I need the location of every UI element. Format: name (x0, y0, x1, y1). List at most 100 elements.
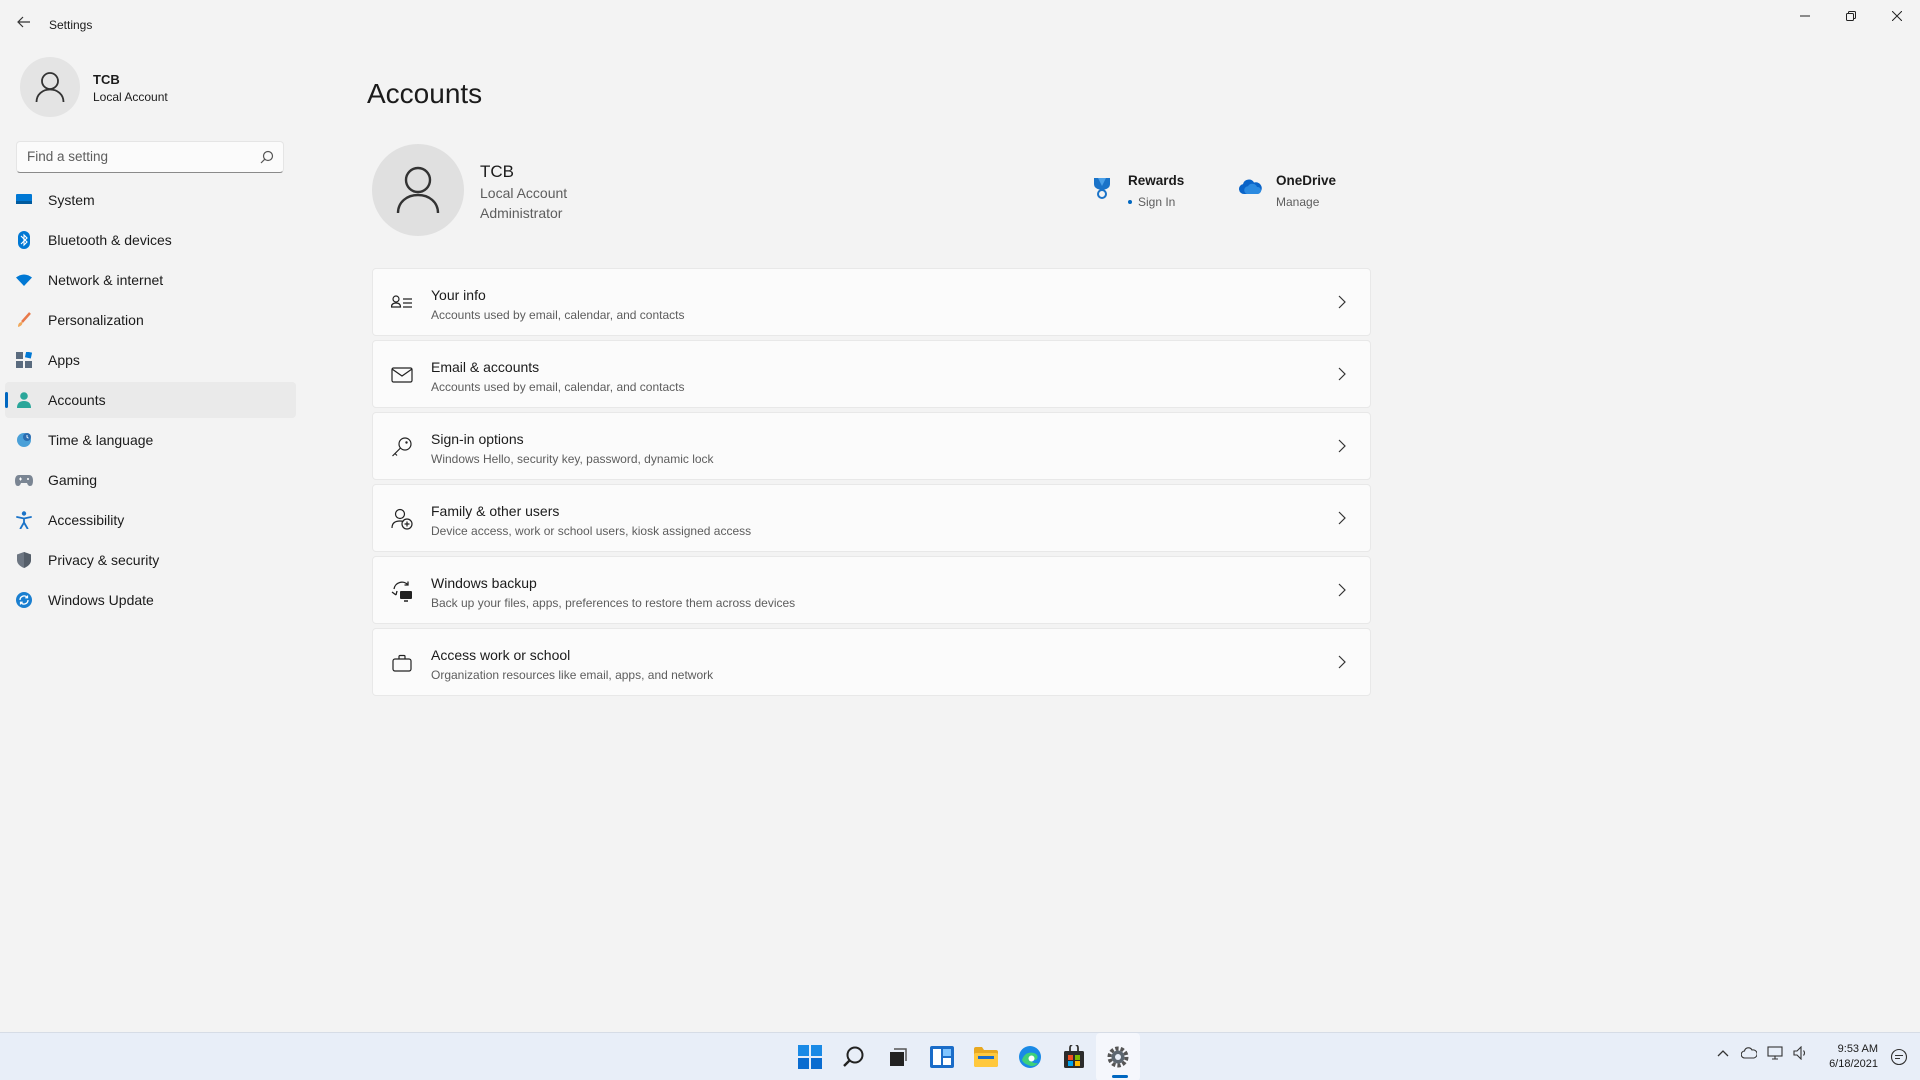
your-info-card[interactable]: Your info Accounts used by email, calend… (372, 268, 1371, 336)
card-title: Access work or school (431, 647, 571, 663)
taskbar-clock[interactable]: 9:53 AM 6/18/2021 (1829, 1042, 1878, 1072)
taskbar-apps (788, 1033, 1140, 1080)
bluetooth-icon (15, 231, 33, 249)
folder-icon (974, 1047, 998, 1067)
wifi-icon (15, 271, 33, 289)
widgets-icon (930, 1046, 954, 1068)
contact-card-icon (391, 292, 413, 314)
sidebar-item-label: Time & language (48, 432, 154, 448)
sidebar-item-bluetooth-devices[interactable]: Bluetooth & devices (5, 222, 296, 258)
search-icon[interactable] (260, 150, 274, 164)
sidebar-item-label: Windows Update (48, 592, 154, 608)
task-view-icon (890, 1048, 907, 1066)
accessibility-icon (15, 511, 33, 529)
card-title: Email & accounts (431, 359, 540, 375)
person-icon (15, 391, 33, 409)
card-description: Accounts used by email, calendar, and co… (431, 380, 685, 394)
arrow-left-icon (17, 16, 30, 28)
back-button[interactable] (14, 12, 34, 32)
search-input[interactable] (27, 149, 247, 164)
mail-icon (391, 364, 413, 386)
task-view-button[interactable] (876, 1033, 920, 1080)
chevron-right-icon (1338, 367, 1346, 381)
profile-account-type: Local Account (93, 90, 168, 104)
sidebar-item-system[interactable]: System (5, 182, 296, 218)
brush-icon (15, 311, 33, 329)
settings-taskbar-button[interactable] (1096, 1033, 1140, 1080)
card-description: Back up your files, apps, preferences to… (431, 596, 796, 610)
sidebar-item-gaming[interactable]: Gaming (5, 462, 296, 498)
access-work-school-card[interactable]: Access work or school Organization resou… (372, 628, 1371, 696)
sidebar-item-accounts[interactable]: Accounts (5, 382, 296, 418)
card-description: Device access, work or school users, kio… (431, 524, 752, 538)
windows-logo-icon (798, 1045, 822, 1069)
sidebar-nav: System Bluetooth & devices Network & int… (5, 182, 296, 622)
taskbar-search-button[interactable] (832, 1033, 876, 1080)
restore-button[interactable] (1828, 0, 1874, 32)
email-accounts-card[interactable]: Email & accounts Accounts used by email,… (372, 340, 1371, 408)
clock-date: 6/18/2021 (1829, 1058, 1878, 1070)
notification-icon[interactable] (1890, 1048, 1908, 1066)
chevron-right-icon (1338, 439, 1346, 453)
add-person-icon (391, 508, 413, 530)
account-type: Local Account (480, 185, 568, 201)
chevron-up-icon[interactable] (1715, 1045, 1731, 1061)
edge-icon (1019, 1046, 1041, 1068)
start-button[interactable] (788, 1033, 832, 1080)
gamepad-icon (15, 471, 33, 489)
key-icon (391, 436, 413, 458)
minimize-icon (1800, 15, 1810, 17)
search-icon (843, 1046, 864, 1067)
minimize-button[interactable] (1782, 0, 1828, 32)
search-box[interactable] (16, 141, 284, 173)
card-description: Organization resources like email, apps,… (431, 668, 714, 682)
gear-icon (1107, 1046, 1129, 1068)
sidebar-item-accessibility[interactable]: Accessibility (5, 502, 296, 538)
sidebar-item-label: Bluetooth & devices (48, 232, 172, 248)
volume-icon[interactable] (1793, 1045, 1809, 1061)
settings-cards: Your info Accounts used by email, calend… (372, 268, 1371, 700)
store-button[interactable] (1052, 1033, 1096, 1080)
page-title: Accounts (367, 78, 483, 109)
taskbar: 9:53 AM 6/18/2021 (0, 1032, 1920, 1080)
sidebar-item-label: Network & internet (48, 272, 164, 288)
card-description: Windows Hello, security key, password, d… (431, 452, 714, 466)
card-description: Accounts used by email, calendar, and co… (431, 308, 685, 322)
sign-in-options-card[interactable]: Sign-in options Windows Hello, security … (372, 412, 1371, 480)
app-title: Settings (49, 18, 93, 32)
rewards-trophy-icon (1094, 178, 1110, 199)
globe-clock-icon (15, 431, 33, 449)
account-name: TCB (480, 162, 514, 181)
card-title: Windows backup (431, 575, 537, 591)
backup-icon (391, 580, 413, 602)
chevron-right-icon (1338, 655, 1346, 669)
sidebar-item-privacy-security[interactable]: Privacy & security (5, 542, 296, 578)
windows-backup-card[interactable]: Windows backup Back up your files, apps,… (372, 556, 1371, 624)
sidebar-item-time-language[interactable]: Time & language (5, 422, 296, 458)
close-button[interactable] (1874, 0, 1920, 32)
account-role: Administrator (480, 205, 563, 221)
rewards-title: Rewards (1128, 173, 1185, 188)
onedrive-tray-icon[interactable] (1741, 1045, 1757, 1061)
user-icon (35, 72, 65, 103)
system-tray (1715, 1045, 1809, 1061)
widgets-button[interactable] (920, 1033, 964, 1080)
sidebar-item-label: Apps (48, 352, 80, 368)
close-icon (1892, 11, 1902, 21)
clock-time: 9:53 AM (1837, 1043, 1878, 1055)
store-icon (1064, 1045, 1084, 1068)
sidebar-item-network-internet[interactable]: Network & internet (5, 262, 296, 298)
apps-icon (15, 351, 33, 369)
family-other-users-card[interactable]: Family & other users Device access, work… (372, 484, 1371, 552)
sidebar-item-windows-update[interactable]: Windows Update (5, 582, 296, 618)
file-explorer-button[interactable] (964, 1033, 1008, 1080)
chevron-right-icon (1338, 295, 1346, 309)
card-title: Family & other users (431, 503, 560, 519)
sidebar-item-apps[interactable]: Apps (5, 342, 296, 378)
monitor-icon (15, 191, 33, 209)
update-icon (15, 591, 33, 609)
chevron-right-icon (1338, 511, 1346, 525)
network-tray-icon[interactable] (1767, 1045, 1783, 1061)
sidebar-item-personalization[interactable]: Personalization (5, 302, 296, 338)
edge-button[interactable] (1008, 1033, 1052, 1080)
